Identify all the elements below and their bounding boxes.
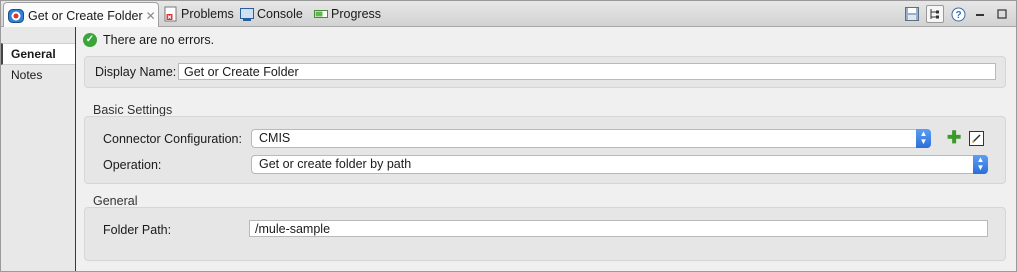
chevron-up-down-icon: ▲ ▼ xyxy=(973,155,988,174)
tab-get-or-create-folder[interactable]: Get or Create Folder ✕ xyxy=(3,2,159,28)
basic-settings-title: Basic Settings xyxy=(93,103,173,117)
connector-configuration-select[interactable]: CMIS ▲ ▼ xyxy=(251,129,931,148)
tab-label: Progress xyxy=(331,6,382,21)
operation-label: Operation: xyxy=(103,158,162,172)
operation-value: Get or create folder by path xyxy=(259,157,412,171)
display-name-input[interactable]: Get or Create Folder xyxy=(178,63,996,80)
folder-path-label: Folder Path: xyxy=(103,223,172,237)
properties-view: Get or Create Folder ✕ Problems Console … xyxy=(0,0,1017,272)
side-navigation: General Notes xyxy=(1,27,76,271)
close-icon[interactable]: ✕ xyxy=(146,9,156,23)
tab-label: Get or Create Folder xyxy=(28,8,143,23)
tab-console[interactable]: Console xyxy=(237,1,303,26)
nav-item-notes[interactable]: Notes xyxy=(1,65,75,85)
progress-icon xyxy=(314,9,328,18)
minimize-icon[interactable] xyxy=(972,6,988,22)
nav-item-general[interactable]: General xyxy=(1,43,75,65)
display-name-group: Display Name: Get or Create Folder xyxy=(84,56,1006,88)
console-icon xyxy=(240,7,254,21)
status-text: There are no errors. xyxy=(103,33,215,47)
view-tab-bar: Get or Create Folder ✕ Problems Console … xyxy=(1,1,1016,28)
view-toolbar: ? xyxy=(904,5,1010,23)
tab-label: Problems xyxy=(181,6,234,21)
connector-configuration-label: Connector Configuration: xyxy=(103,132,242,146)
display-name-label: Display Name: xyxy=(95,65,177,79)
mule-connector-icon xyxy=(8,8,24,23)
problems-icon xyxy=(164,6,177,21)
operation-select[interactable]: Get or create folder by path ▲ ▼ xyxy=(251,155,988,174)
svg-text:?: ? xyxy=(955,10,961,21)
properties-panel: ✓ There are no errors. Display Name: Get… xyxy=(76,27,1016,271)
validation-status: ✓ There are no errors. xyxy=(83,33,214,47)
add-configuration-icon[interactable]: ✚ xyxy=(947,129,961,146)
tree-view-icon[interactable] xyxy=(926,5,944,23)
chevron-up-down-icon: ▲ ▼ xyxy=(916,129,931,148)
tab-problems[interactable]: Problems xyxy=(161,1,234,26)
tab-progress[interactable]: Progress xyxy=(311,1,381,26)
tab-label: Console xyxy=(257,6,303,21)
maximize-icon[interactable] xyxy=(994,6,1010,22)
folder-path-input[interactable]: /mule-sample xyxy=(249,220,988,237)
edit-configuration-icon[interactable] xyxy=(969,131,984,146)
basic-settings-group: Connector Configuration: CMIS ▲ ▼ ✚ Opera… xyxy=(84,116,1006,184)
check-circle-icon: ✓ xyxy=(83,33,97,47)
save-icon[interactable] xyxy=(904,6,920,22)
general-section-title: General xyxy=(93,194,138,208)
connector-configuration-value: CMIS xyxy=(259,131,291,145)
general-group: Folder Path: /mule-sample xyxy=(84,207,1006,261)
help-icon[interactable]: ? xyxy=(950,6,966,22)
